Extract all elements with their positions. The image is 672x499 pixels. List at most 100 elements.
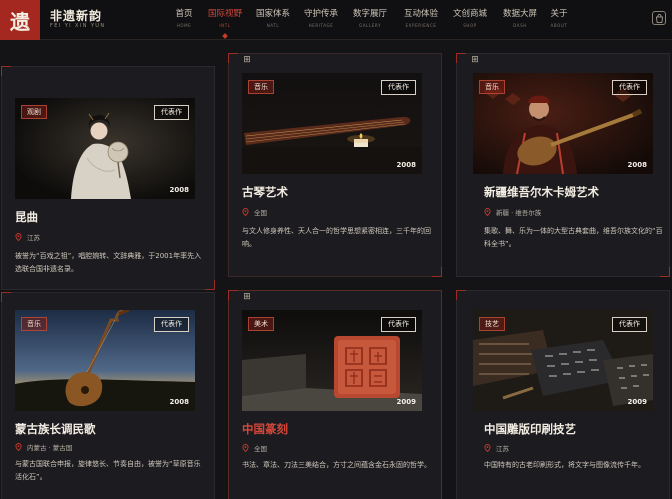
corner-ornament [432,267,442,277]
heritage-card[interactable]: 观剧 代表作 2008 昆曲 江苏 被誉为“百戏之祖”，唱腔婉转、文辞典雅，于2… [1,66,215,290]
representative-badge: 代表作 [381,80,416,95]
brand-name[interactable]: 非遗新韵 [50,7,102,24]
nav-label: 守护传承 [303,9,338,19]
year-label: 2008 [627,161,647,169]
card-image-muqam: 音乐 代表作 2008 [473,73,653,174]
card-location: 内蒙古 · 蒙古国 [15,442,72,452]
nav-label: 关于 [550,9,568,19]
card-image-woodblock: 技艺 代表作 2009 [473,310,653,411]
corner-ornament [205,280,215,290]
location-pin-icon [242,444,249,452]
card-location: 江苏 [484,443,509,453]
nav-sublabel: HERITAGE [308,23,334,28]
card-image-guqin: 音乐 代表作 2008 [242,73,422,174]
card-title: 昆曲 [15,210,38,224]
card-location: 全国 [242,443,267,453]
location-text: 全国 [254,445,267,453]
year-label: 2009 [627,398,647,406]
card-description: 与蒙古国联合申报，旋律悠长、节奏自由，被誉为“草原音乐活化石”。 [15,460,201,481]
nav-item-gallery[interactable]: 数字展厅 GALLERY [344,0,396,40]
location-pin-icon [484,208,491,216]
card-description: 书法、章法、刀法三美结合，方寸之间蕴含金石永固的哲学。 [242,461,431,469]
heritage-card[interactable]: ⊞ 美术 代表作 2009 中国篆刻 全国 书法、章法、刀法三美结合，方寸之间蕴… [228,290,442,499]
nav-item-intl[interactable]: 国际视野 INTL [202,0,248,40]
representative-badge: 代表作 [381,317,416,332]
category-tag: 音乐 [21,317,47,331]
card-title: 中国篆刻 [242,422,288,436]
nav-sublabel: HOME [176,23,192,28]
card-title: 中国雕版印刷技艺 [484,422,576,436]
year-label: 2008 [169,186,189,194]
nav-sublabel: EXPERIENCE [405,23,437,28]
location-pin-icon [15,233,22,241]
nav-item-heritage[interactable]: 守护传承 HERITAGE [298,0,344,40]
nav-label: 国家体系 [255,9,290,19]
location-pin-icon [484,444,491,452]
heritage-card-grid: 观剧 代表作 2008 昆曲 江苏 被誉为“百戏之祖”，唱腔婉转、文辞典雅，于2… [0,40,672,499]
card-description: 被誉为“百戏之祖”，唱腔婉转、文辞典雅，于2001年率先入选联合国非遗名录。 [15,252,202,273]
representative-badge: 代表作 [154,105,189,120]
representative-badge: 代表作 [612,80,647,95]
nav-label: 首页 [175,9,193,19]
top-navbar: 遗 非遗新韵 FEI YI XIN YUN 首页 HOME 国际视野 INTL … [0,0,672,40]
corner-ornament [228,290,238,300]
card-image-seal: 美术 代表作 2009 [242,310,422,411]
corner-ornament [456,53,466,63]
seal-icon: ⊞ [471,55,479,65]
nav-item-natl[interactable]: 国家体系 NATL [248,0,298,40]
corner-ornament [228,53,238,63]
year-label: 2009 [396,398,416,406]
nav-sublabel: SHOP [463,23,477,28]
nav-label: 文创商城 [452,9,487,19]
location-text: 内蒙古 · 蒙古国 [27,444,73,452]
year-label: 2008 [169,398,189,406]
nav-item-about[interactable]: 关于 ABOUT [546,0,572,40]
card-description: 与文人修身养性、天人合一的哲学思想紧密相连，三千年的回响。 [242,227,431,248]
card-location: 新疆 · 维吾尔族 [484,207,541,217]
brand-subtitle: FEI YI XIN YUN [50,23,106,29]
nav-item-dash[interactable]: 数据大屏 DASH [494,0,546,40]
location-text: 江苏 [27,234,40,242]
category-tag: 音乐 [248,80,274,94]
nav-label: 数据大屏 [502,9,537,19]
representative-badge: 代表作 [154,317,189,332]
nav-label: 数字展厅 [352,9,387,19]
card-title: 古琴艺术 [242,185,288,199]
nav-sublabel: DASH [513,23,527,28]
card-description: 中国特有的古老印刷形式，将文字与图像流传千年。 [484,461,645,469]
heritage-card[interactable]: ⊞ 音乐 代表作 2008 古琴艺术 全国 与文人修身养性、天人合一的哲学思想紧… [228,53,442,277]
nav-item-shop[interactable]: 文创商城 SHOP [446,0,494,40]
location-pin-icon [15,443,22,451]
logo-badge[interactable]: 遗 [0,0,40,40]
nav-sublabel: NATL [266,23,280,28]
card-title: 新疆维吾尔木卡姆艺术 [484,185,599,199]
heritage-card[interactable]: 技艺 代表作 2009 中国雕版印刷技艺 江苏 中国特有的古老印刷形式，将文字与… [456,290,670,499]
category-tag: 美术 [248,317,274,331]
card-location: 江苏 [15,232,40,242]
category-tag: 音乐 [479,80,505,94]
seal-icon: ⊞ [243,55,251,65]
active-indicator [222,33,228,39]
card-description: 集歌、舞、乐为一体的大型古典套曲，维吾尔族文化的“百科全书”。 [484,227,663,248]
heritage-card[interactable]: 音乐 代表作 2008 蒙古族长调民歌 内蒙古 · 蒙古国 与蒙古国联合申报，旋… [1,292,215,499]
nav-item-experience[interactable]: 互动体验 EXPERIENCE [396,0,446,40]
main-nav: 首页 HOME 国际视野 INTL 国家体系 NATL 守护传承 HERITAG… [166,0,572,40]
heritage-card[interactable]: ⊞ 音乐 代表作 2008 新疆维吾尔木卡姆艺术 新疆 · 维吾尔族 集歌、舞、… [456,53,670,277]
card-image-opera: 观剧 代表作 2008 [15,98,195,199]
nav-sublabel: INTL [219,23,231,28]
corner-ornament [456,290,466,300]
logo-glyph: 遗 [10,9,30,34]
seal-icon: ⊞ [243,292,251,302]
year-label: 2008 [396,161,416,169]
category-tag: 技艺 [479,317,505,331]
nav-item-home[interactable]: 首页 HOME [166,0,202,40]
corner-ornament [1,66,11,76]
location-pin-icon [242,208,249,216]
shopping-bag-icon[interactable] [652,11,666,25]
card-location: 全国 [242,207,267,217]
card-image-grassland: 音乐 代表作 2008 [15,310,195,411]
card-title: 蒙古族长调民歌 [15,422,96,436]
location-text: 新疆 · 维吾尔族 [496,209,542,217]
representative-badge: 代表作 [612,317,647,332]
nav-sublabel: GALLERY [359,23,381,28]
